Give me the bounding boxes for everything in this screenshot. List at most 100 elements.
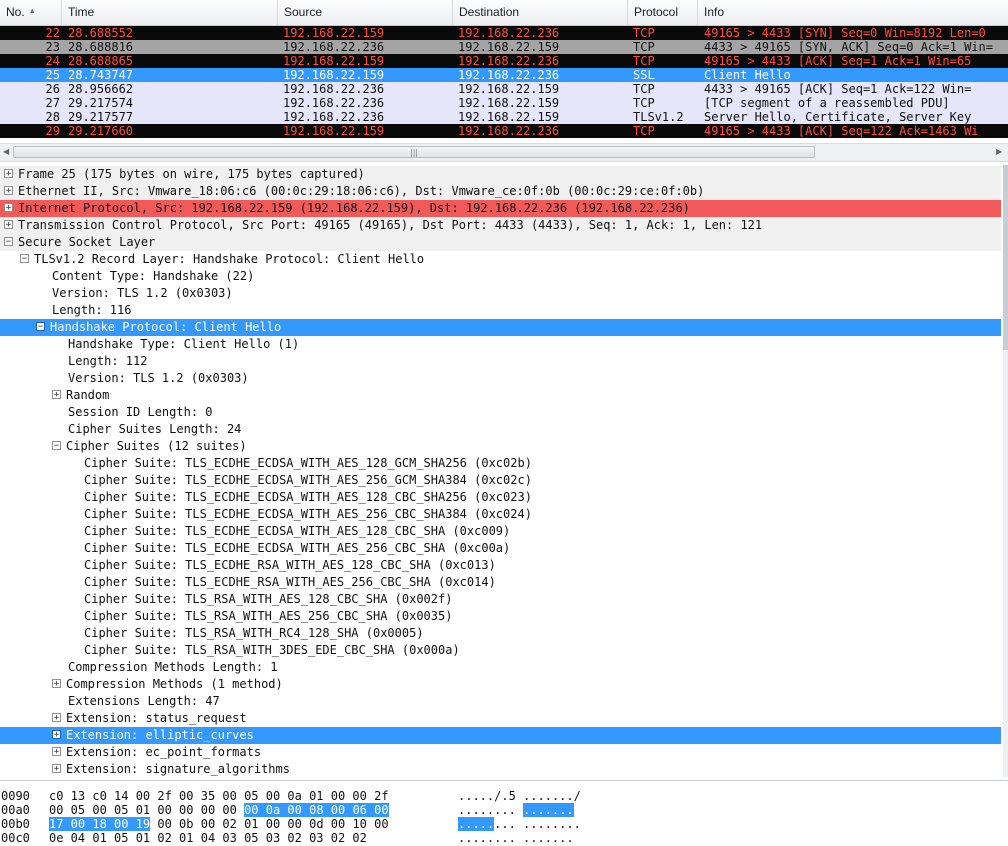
tree-node[interactable]: − TLSv1.2 Record Layer: Handshake Protoco… xyxy=(0,251,1001,268)
ascii-bytes[interactable]: ........ ....... xyxy=(458,831,574,845)
collapse-icon[interactable]: − xyxy=(52,441,61,451)
column-header-time[interactable]: Time xyxy=(62,0,278,25)
expand-icon[interactable]: + xyxy=(4,186,13,196)
packet-cell-dst: 192.168.22.236 xyxy=(458,68,560,82)
tree-node[interactable]: Cipher Suite: TLS_ECDHE_ECDSA_WITH_AES_2… xyxy=(0,540,1001,557)
packet-bytes-pane[interactable]: 0090 c0 13 c0 14 00 2f 00 35 00 05 00 0a … xyxy=(0,780,1008,846)
column-header-destination[interactable]: Destination xyxy=(453,0,628,25)
hex-bytes[interactable]: c0 13 c0 14 00 2f 00 35 00 05 00 0a 01 0… xyxy=(49,789,389,803)
tree-node[interactable]: Cipher Suite: TLS_ECDHE_RSA_WITH_AES_128… xyxy=(0,557,1001,574)
ascii-bytes[interactable]: ...../.5 ......./ xyxy=(458,789,581,803)
expand-icon[interactable]: + xyxy=(4,220,13,230)
tree-node[interactable]: − Cipher Suites (12 suites) xyxy=(0,438,1001,455)
tree-node[interactable]: Cipher Suite: TLS_RSA_WITH_AES_128_CBC_S… xyxy=(0,591,1001,608)
column-header-protocol[interactable]: Protocol xyxy=(628,0,698,25)
tree-node[interactable]: + Extension: signature_algorithms xyxy=(0,761,1001,777)
tree-node[interactable]: Cipher Suite: TLS_RSA_WITH_3DES_EDE_CBC_… xyxy=(0,642,1001,659)
tree-node[interactable]: + Extension: elliptic_curves xyxy=(0,727,1001,744)
packet-cell-no: 27 xyxy=(45,96,60,110)
scrollbar-thumb[interactable] xyxy=(1003,165,1008,350)
tree-node[interactable]: + Random xyxy=(0,387,1001,404)
tree-node[interactable]: + Extension: status_request xyxy=(0,710,1001,727)
tree-node[interactable]: Version: TLS 1.2 (0x0303) xyxy=(0,285,1001,302)
tree-node[interactable]: + Frame 25 (175 bytes on wire, 175 bytes … xyxy=(0,166,1001,183)
column-header-no[interactable]: No. ▲ xyxy=(0,0,62,25)
packet-cell-dst: 192.168.22.159 xyxy=(458,40,560,54)
tree-node[interactable]: + Ethernet II, Src: Vmware_18:06:c6 (00:0… xyxy=(0,183,1001,200)
ascii-bytes[interactable]: ........ ........ xyxy=(458,817,581,831)
expand-icon[interactable]: + xyxy=(4,169,13,179)
packet-row[interactable]: 27 29.217574 192.168.22.236 192.168.22.159 T… xyxy=(0,96,1008,110)
packet-row[interactable]: 28 29.217577 192.168.22.236 192.168.22.159 T… xyxy=(0,110,1008,124)
packet-cell-no: 23 xyxy=(45,40,60,54)
packet-row[interactable]: 26 28.956662 192.168.22.236 192.168.22.159 T… xyxy=(0,82,1008,96)
tree-node[interactable]: Cipher Suite: TLS_RSA_WITH_AES_256_CBC_S… xyxy=(0,608,1001,625)
packet-row[interactable]: 25 28.743747 192.168.22.159 192.168.22.236 S… xyxy=(0,68,1008,82)
tree-node[interactable]: + Compression Methods (1 method) xyxy=(0,676,1001,693)
tree-node[interactable]: Length: 116 xyxy=(0,302,1001,319)
packet-cell-proto: TCP xyxy=(633,82,655,96)
hex-bytes[interactable]: 00 05 00 05 01 00 00 00 00 00 0a 00 08 0… xyxy=(49,803,389,817)
tree-node[interactable]: Version: TLS 1.2 (0x0303) xyxy=(0,370,1001,387)
packet-cell-info: 49165 > 4433 [ACK] Seq=122 Ack=1463 Wi xyxy=(704,124,979,138)
packet-cell-time: 29.217577 xyxy=(68,110,134,124)
hex-bytes[interactable]: 17 00 18 00 19 00 0b 00 02 01 00 00 0d 0… xyxy=(49,817,389,831)
tree-node[interactable]: Cipher Suite: TLS_ECDHE_ECDSA_WITH_AES_1… xyxy=(0,523,1001,540)
packet-cell-proto: TLSv1.2 xyxy=(633,110,684,124)
tree-node[interactable]: Cipher Suite: TLS_RSA_WITH_RC4_128_SHA (… xyxy=(0,625,1001,642)
tree-node[interactable]: − Handshake Protocol: Client Hello xyxy=(0,319,1001,336)
tree-node[interactable]: Length: 112 xyxy=(0,353,1001,370)
collapse-icon[interactable]: − xyxy=(20,254,29,264)
expand-icon[interactable]: + xyxy=(52,390,61,400)
expand-icon[interactable]: + xyxy=(52,713,61,723)
tree-node[interactable]: Extensions Length: 47 xyxy=(0,693,1001,710)
tree-node-label: Content Type: Handshake (22) xyxy=(52,269,255,283)
packet-cell-time: 28.688865 xyxy=(68,54,134,68)
tree-node-label: Session ID Length: 0 xyxy=(68,405,213,419)
expand-icon[interactable]: + xyxy=(52,730,61,740)
expand-icon[interactable]: + xyxy=(52,679,61,689)
packet-row[interactable]: 22 28.688552 192.168.22.159 192.168.22.236 T… xyxy=(0,26,1008,40)
expand-icon[interactable]: + xyxy=(52,747,61,757)
tree-node-label: Extension: status_request xyxy=(66,711,247,725)
packet-row[interactable]: 24 28.688865 192.168.22.159 192.168.22.236 T… xyxy=(0,54,1008,68)
tree-node[interactable]: − Secure Socket Layer xyxy=(0,234,1001,251)
expand-icon[interactable]: + xyxy=(4,203,13,213)
packet-row[interactable]: 23 28.688816 192.168.22.236 192.168.22.159 T… xyxy=(0,40,1008,54)
horizontal-scrollbar[interactable]: ◀ ||| ▶ xyxy=(0,143,1008,162)
tree-node[interactable]: Cipher Suite: TLS_ECDHE_RSA_WITH_AES_256… xyxy=(0,574,1001,591)
scrollbar-thumb[interactable]: ||| xyxy=(13,146,815,158)
packet-cell-time: 29.217574 xyxy=(68,96,134,110)
vertical-scrollbar[interactable] xyxy=(1003,165,1008,777)
tree-node[interactable]: Cipher Suites Length: 24 xyxy=(0,421,1001,438)
tree-node[interactable]: + Extension: ec_point_formats xyxy=(0,744,1001,761)
column-header-info[interactable]: Info xyxy=(698,0,1008,25)
packet-cell-src: 192.168.22.159 xyxy=(283,26,385,40)
scroll-left-icon[interactable]: ◀ xyxy=(3,147,9,156)
tree-node[interactable]: + Transmission Control Protocol, Src Port… xyxy=(0,217,1001,234)
hex-bytes[interactable]: 0e 04 01 05 01 02 01 04 03 05 03 02 03 0… xyxy=(49,831,367,845)
collapse-icon[interactable]: − xyxy=(36,322,45,332)
tree-node-label: Cipher Suite: TLS_ECDHE_RSA_WITH_AES_256… xyxy=(84,575,496,589)
tree-node[interactable]: Session ID Length: 0 xyxy=(0,404,1001,421)
ascii-bytes[interactable]: ........ ....... xyxy=(458,803,574,817)
tree-node[interactable]: Content Type: Handshake (22) xyxy=(0,268,1001,285)
tree-node[interactable]: Cipher Suite: TLS_ECDHE_ECDSA_WITH_AES_1… xyxy=(0,455,1001,472)
packet-list[interactable]: No. ▲ Time Source Destination Protocol In… xyxy=(0,0,1008,142)
hex-segment: 0e 04 01 05 01 02 01 04 03 05 03 02 03 0… xyxy=(49,831,367,845)
tree-node[interactable]: Compression Methods Length: 1 xyxy=(0,659,1001,676)
packet-cell-proto: SSL xyxy=(633,68,655,82)
tree-node[interactable]: Cipher Suite: TLS_ECDHE_ECDSA_WITH_AES_2… xyxy=(0,472,1001,489)
packet-row[interactable]: 29 29.217660 192.168.22.159 192.168.22.236 T… xyxy=(0,124,1008,138)
packet-cell-src: 192.168.22.159 xyxy=(283,54,385,68)
tree-node[interactable]: Cipher Suite: TLS_ECDHE_ECDSA_WITH_AES_2… xyxy=(0,506,1001,523)
packet-details-tree[interactable]: + Frame 25 (175 bytes on wire, 175 bytes … xyxy=(0,165,1003,777)
collapse-icon[interactable]: − xyxy=(4,237,13,247)
column-label: No. xyxy=(6,5,25,19)
tree-node[interactable]: Handshake Type: Client Hello (1) xyxy=(0,336,1001,353)
expand-icon[interactable]: + xyxy=(52,764,61,774)
tree-node[interactable]: + Internet Protocol, Src: 192.168.22.159 … xyxy=(0,200,1001,217)
scroll-right-icon[interactable]: ▶ xyxy=(996,147,1002,156)
tree-node[interactable]: Cipher Suite: TLS_ECDHE_ECDSA_WITH_AES_1… xyxy=(0,489,1001,506)
column-header-source[interactable]: Source xyxy=(278,0,453,25)
